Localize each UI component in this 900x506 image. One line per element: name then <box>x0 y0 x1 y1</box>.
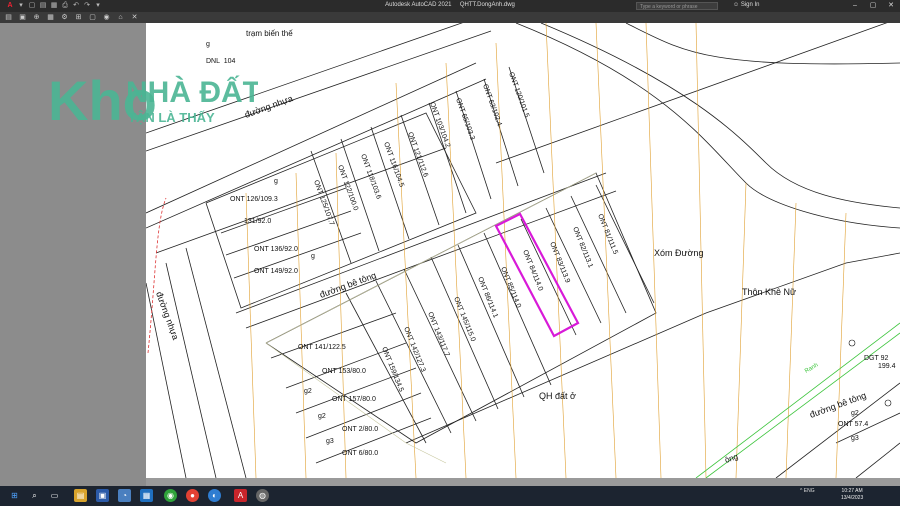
parcel-upper-6: ONT 118/103.6 <box>359 153 382 200</box>
parcel-mid-3: ONT 81/111.5 <box>596 213 619 255</box>
parcel-mid-1: ONT 83/113.9 <box>548 241 571 284</box>
parcel-lower-4: ONT 6/80.0 <box>342 450 378 457</box>
parcel-left-3: ONT 149/92.0 <box>254 268 298 275</box>
settings-icon[interactable]: ⚙ <box>60 13 69 22</box>
drawing-canvas[interactable]: trạm biến thế DNL 104 g đường nhựa đường… <box>146 23 900 478</box>
close-icon[interactable]: ✕ <box>882 0 900 12</box>
sign-in-label: Sign In <box>740 2 760 8</box>
watermark-slogan: TẬN LÀ THẤY <box>128 110 215 125</box>
app-icon-3[interactable]: ▦ <box>140 489 153 502</box>
watermark-brand: NHÀ ĐẤT <box>126 75 258 109</box>
parcel-mid-highlight: ONT 84/114.0 <box>521 249 544 292</box>
g-mark-5: g3 <box>326 438 334 445</box>
window-controls: – ▢ ✕ <box>846 0 900 12</box>
g-mark-1: g <box>274 178 278 185</box>
layers-icon[interactable]: ⊞ <box>74 13 83 22</box>
minimize-icon[interactable]: – <box>846 0 864 12</box>
browser-icon[interactable]: ◐ <box>208 489 221 502</box>
ribbon-toolbar: ▤ ▣ ⊕ ▦ ⚙ ⊞ ▢ ◉ ⌂ ✕ <box>0 12 900 23</box>
g-mark-3: g2 <box>304 388 312 395</box>
g-mark-2: g <box>311 253 315 260</box>
parcel-upper-1: ONT 63/102.4 <box>481 83 503 127</box>
parcel-upper-5: ONT 116/104.5 <box>382 141 405 188</box>
g-mark-7: g3 <box>851 435 859 442</box>
parcel-lower-0: ONT 141/122.5 <box>298 344 346 351</box>
parcel-lower-3: ONT 2/80.0 <box>342 426 378 433</box>
file-name: QHTT.DongAnh.dwg <box>459 2 515 8</box>
window-title: Autodesk AutoCAD 2021 QHTT.DongAnh.dwg <box>0 2 900 8</box>
user-icon: ☺ <box>733 2 740 8</box>
viewport-icon[interactable]: ▢ <box>88 13 97 22</box>
label-xom-duong: Xóm Đường <box>654 248 703 258</box>
close-panel-icon[interactable]: ✕ <box>130 13 139 22</box>
clock-time: 10:27 AM <box>841 488 863 494</box>
label-green-ranh: Ranh <box>804 362 819 374</box>
windows-taskbar: ⊞ ⌕ ▭ ▤ ▣ ◔ ▦ ◉ ● ◐ A ◍ ^ ENG 10:27 AM 1… <box>0 486 900 506</box>
task-view-icon[interactable]: ▭ <box>48 489 61 502</box>
g-mark-6: g2 <box>851 410 859 417</box>
clock-date: 13/4/2023 <box>841 495 864 501</box>
clock[interactable]: 10:27 AM 13/4/2023 <box>841 488 863 502</box>
app-icon-2[interactable]: ◔ <box>118 489 131 502</box>
start-icon[interactable]: ⊞ <box>8 489 21 502</box>
parcel-mid-9: ONT 159/134.5 <box>380 346 404 393</box>
canvas-bottom-strip <box>146 478 900 486</box>
parcel-upper-4: ONT 121/112.6 <box>406 131 429 178</box>
watermark-logo: Kho NHÀ ĐẤT TẬN LÀ THẤY <box>48 69 258 130</box>
g-mark-4: g2 <box>318 413 326 420</box>
app-title: Autodesk AutoCAD 2021 <box>385 2 452 8</box>
parcel-right: ONT 57.4 <box>838 421 868 428</box>
parcel-dgt: DGT 92 <box>864 355 889 362</box>
g-mark: g <box>206 41 210 48</box>
parcel-mid-7: ONT 143/117.7 <box>426 311 450 358</box>
file-explorer-icon[interactable]: ▤ <box>74 489 87 502</box>
menu-icon[interactable]: ▤ <box>4 13 13 22</box>
record-icon[interactable]: ◉ <box>102 13 111 22</box>
parcel-lower-1: ONT 153/80.0 <box>322 368 366 375</box>
parcel-mid-6: ONT 145/115.0 <box>452 296 476 343</box>
parcel-dgt-area: 199.4 <box>878 363 896 370</box>
chrome-icon[interactable]: ● <box>186 489 199 502</box>
label-qh-dat-o: QH đất ở <box>539 391 576 401</box>
app-icon-5[interactable]: ◍ <box>256 489 269 502</box>
cad-drawing: trạm biến thế DNL 104 g đường nhựa đường… <box>146 23 900 478</box>
sign-in-button[interactable]: ☺ Sign In <box>733 2 760 8</box>
label-tram-bien-the: trạm biến thế <box>246 29 293 38</box>
search-icon[interactable]: ⌕ <box>28 489 41 502</box>
parcel-lower-2: ONT 157/80.0 <box>332 396 376 403</box>
language-indicator[interactable]: ENG <box>804 488 815 494</box>
system-tray: ^ ENG <box>800 488 815 494</box>
app-icon-1[interactable]: ▣ <box>96 489 109 502</box>
zoom-icon[interactable]: ⊕ <box>32 13 41 22</box>
title-bar: A ▾ ▢ ▤ ▦ ⎙ ↶ ↷ ▾ Autodesk AutoCAD 2021 … <box>0 0 900 12</box>
search-input[interactable]: Type a keyword or phrase <box>636 2 718 10</box>
grid-icon[interactable]: ▦ <box>46 13 55 22</box>
parcel-mid-8: ONT 142/127.3 <box>402 326 426 373</box>
autocad-taskbar-icon[interactable]: A <box>234 489 247 502</box>
parcel-mid-4: ONT 85/114.0 <box>499 266 522 309</box>
home-icon[interactable]: ⌂ <box>116 13 125 22</box>
parcel-left-0: ONT 126/109.3 <box>230 196 278 203</box>
label-thon-khe-nu: Thôn Khê Nữ <box>742 287 796 297</box>
layout-icon[interactable]: ▣ <box>18 13 27 22</box>
parcel-upper-0: ONT 120/101.5 <box>507 71 530 118</box>
parcel-upper-7: ONT 122/100.0 <box>336 164 359 211</box>
maximize-icon[interactable]: ▢ <box>864 0 882 12</box>
label-road-concrete: đường bê tông <box>318 270 377 300</box>
app-icon-4[interactable]: ◉ <box>164 489 177 502</box>
label-road-asphalt-left: đường nhựa <box>154 290 181 341</box>
parcel-left-1: 131/92.0 <box>244 218 271 225</box>
parcel-upper-2: ONT 65/103.3 <box>454 97 476 141</box>
tray-chevron-icon[interactable]: ^ <box>800 488 802 494</box>
parcel-mid-2: ONT 82/113.1 <box>571 226 594 269</box>
parcel-left-2: ONT 136/92.0 <box>254 246 298 253</box>
